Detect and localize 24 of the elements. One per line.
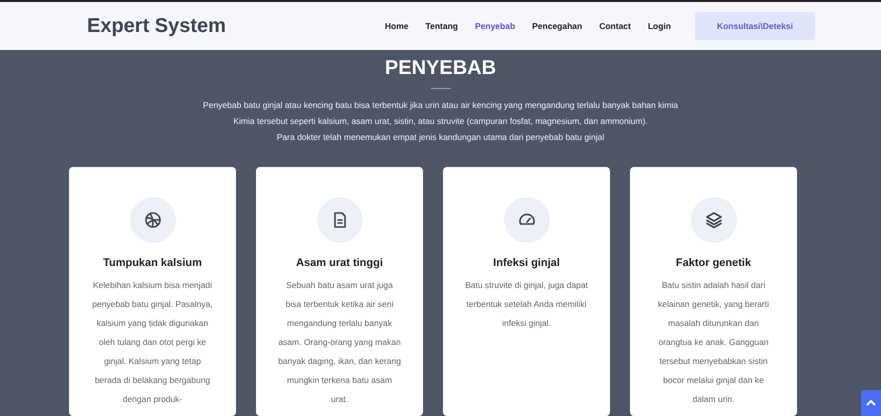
consultation-button[interactable]: Konsultasi\Deteksi — [695, 12, 815, 40]
brand-name[interactable]: Expert System — [87, 11, 226, 41]
nav-link[interactable]: Home — [384, 16, 409, 36]
intro-text: Para dokter telah menemukan empat jenis kandungan utama dari penyebab batu ginjal — [276, 131, 606, 144]
card-title: Faktor genetik — [674, 257, 752, 270]
card-title: Asam urat tinggi — [295, 257, 384, 270]
intro-text: Penyebab batu ginjal atau kencing batu bisa terbentuk jika urin atau air kencing yang mengandung terlalu banyak bahan kimia — [202, 99, 679, 112]
card-text: Sebuah batu asam urat juga bisa terbentuk ketika air seni mengandung terlalu banyak asam. Orang-orang yang makan banyak daging, ikan, dan kerang mungkin terkena batu asam urat. — [278, 279, 401, 406]
basketball-icon — [144, 211, 162, 229]
nav-link[interactable]: Login — [648, 16, 671, 36]
nav-link[interactable]: Contact — [599, 16, 631, 36]
nav-link[interactable]: Tentang — [426, 16, 458, 36]
nav-link[interactable]: Penyebab — [474, 16, 516, 36]
layers-icon — [704, 211, 722, 229]
card-text: Batu sistin adalah hasil dari kelainan genetik, yang berarti masalah diturunkan dari orangtua ke anak. Gangguan tersebut menyebabkan sistin bocor melalui ginjal dan ke dalam urin. — [656, 279, 770, 406]
card-title: Tumpukan kalsium — [102, 257, 203, 270]
card-text: Batu struvite di ginjal, juga dapat terbentuk setelah Anda memiliki infeksi ginjal. — [465, 279, 588, 330]
card-title: Infeksi ginjal — [492, 257, 561, 270]
scroll-top-button[interactable] — [861, 390, 881, 416]
nav-link[interactable]: Pencegahan — [532, 16, 582, 36]
intro-text: Kimia tersebut seperti kalsium, asam urat, sistin, atau struvite (campuran fosfat, magnesium, dan ammonium). — [232, 115, 649, 128]
chevron-up-icon — [866, 399, 876, 407]
card-text: Kelebihan kalsium bisa menjadi penyebab batu ginjal. Pasalnya, kalsium yang tidak digunakan oleh tulang dan otot pergi ke ginjal. Kalsium yang tetap berada di belakang bergabung dengan produk- — [91, 279, 214, 406]
section-title: PENYEBAB — [384, 56, 498, 80]
